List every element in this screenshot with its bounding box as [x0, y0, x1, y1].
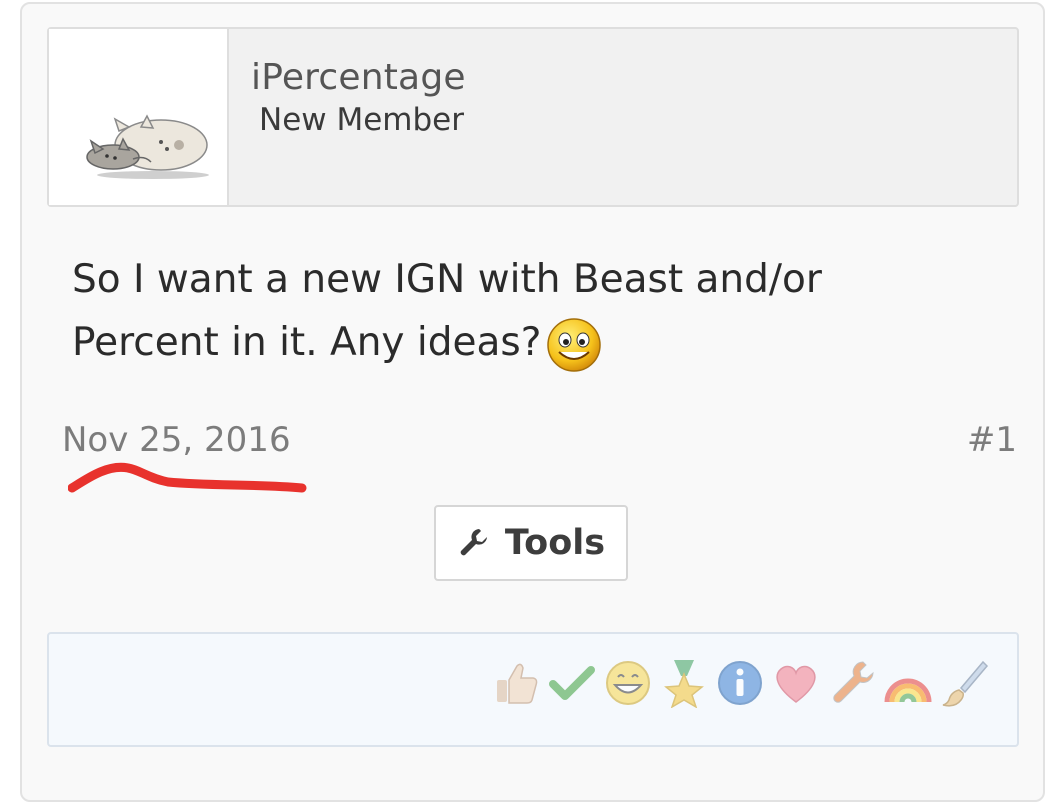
post-message: So I want a new IGN with Beast and/or Pe…	[72, 248, 992, 374]
avatar[interactable]	[49, 29, 229, 205]
reactions-bar	[47, 632, 1019, 747]
paintbrush-icon[interactable]	[939, 658, 989, 708]
rainbow-icon[interactable]	[883, 658, 933, 708]
cat-avatar-image	[86, 114, 209, 179]
message-line: Percent in it. Any ideas?	[72, 320, 542, 365]
info-icon[interactable]	[715, 658, 765, 708]
username[interactable]: iPercentage	[251, 57, 466, 98]
thumbs-up-icon[interactable]	[491, 658, 541, 708]
user-header: iPercentage New Member	[47, 27, 1019, 207]
red-underline-annotation	[68, 462, 307, 493]
heart-icon[interactable]	[771, 658, 821, 708]
grin-icon[interactable]	[603, 658, 653, 708]
post-date[interactable]: Nov 25, 2016	[62, 420, 291, 460]
post-permalink-number[interactable]: #1	[967, 420, 1017, 460]
smile-icon	[547, 317, 602, 372]
wrench-icon[interactable]	[827, 658, 877, 708]
medal-star-icon[interactable]	[659, 658, 709, 708]
user-title: New Member	[259, 102, 464, 138]
message-line-with-smiley: Percent in it. Any ideas?	[72, 311, 992, 374]
message-line: So I want a new IGN with Beast and/or	[72, 257, 822, 302]
checkmark-icon[interactable]	[547, 658, 597, 708]
tools-label: Tools	[504, 523, 606, 563]
wrench-icon	[460, 529, 487, 556]
tools-button[interactable]: Tools	[434, 505, 628, 581]
